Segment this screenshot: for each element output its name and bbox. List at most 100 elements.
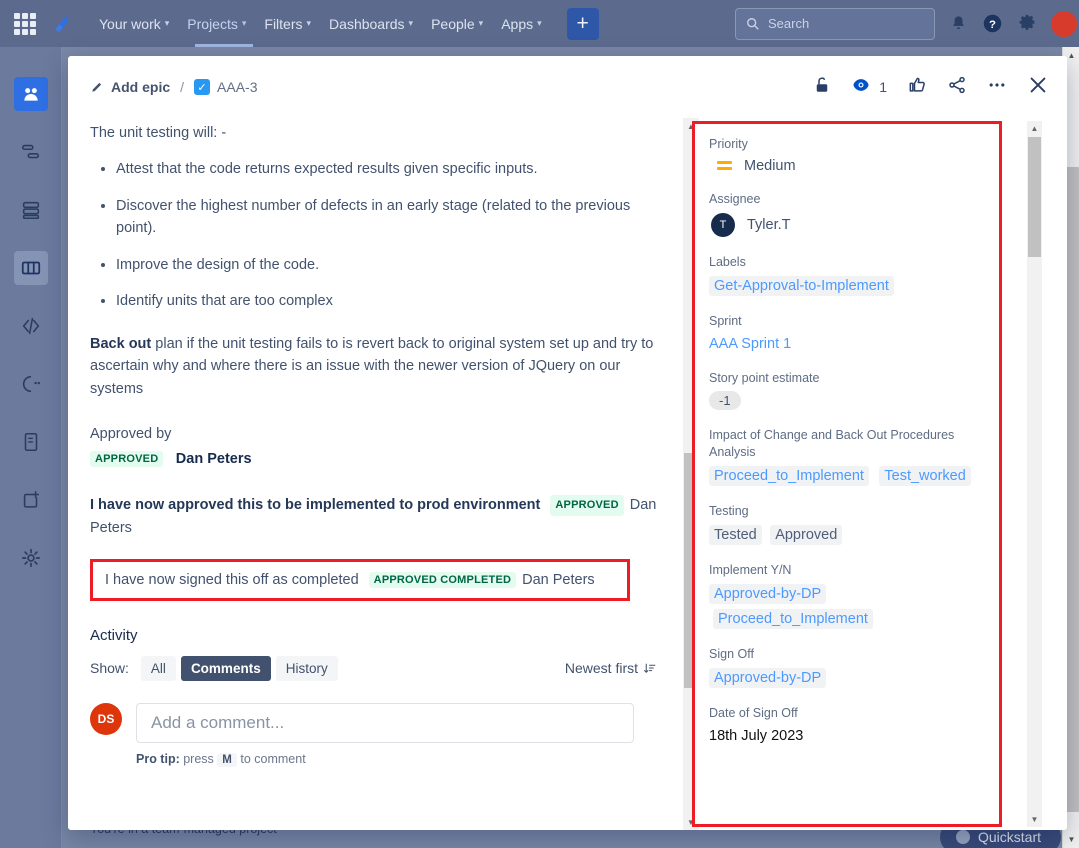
sign-off-chip[interactable]: Approved-by-DP: [709, 668, 826, 688]
field-implement: Implement Y/N Approved-by-DP Proceed_to_…: [709, 562, 985, 629]
quickstart-label: Quickstart: [978, 829, 1041, 845]
comment-placeholder: Add a comment...: [151, 713, 284, 733]
impact-chip[interactable]: Test_worked: [879, 466, 970, 486]
share-icon[interactable]: [947, 75, 967, 100]
list-item: Discover the highest number of defects i…: [116, 195, 670, 240]
scroll-down-arrow-icon[interactable]: ▼: [1027, 812, 1042, 827]
sidebar-item-board[interactable]: [14, 251, 48, 285]
sort-descending-icon: [643, 662, 656, 675]
implement-chip[interactable]: Proceed_to_Implement: [713, 609, 873, 629]
field-label: Sign Off: [709, 646, 985, 663]
nav-item-filters[interactable]: Filters ▾: [255, 10, 320, 38]
unlock-icon[interactable]: [813, 75, 831, 100]
approved-by-label: Approved by: [90, 426, 670, 442]
field-label: Testing: [709, 503, 985, 520]
details-pane-scrollbar[interactable]: ▲ ▼: [1027, 121, 1042, 827]
pro-tip-mid: press: [183, 752, 214, 766]
avatar[interactable]: DS: [90, 703, 122, 735]
user-avatar[interactable]: [1051, 11, 1077, 37]
label-chip[interactable]: Get-Approval-to-Implement: [709, 276, 894, 296]
scroll-down-arrow-icon[interactable]: ▼: [1063, 831, 1079, 848]
list-item: Attest that the code returns expected re…: [116, 158, 670, 180]
tab-history[interactable]: History: [276, 656, 338, 681]
testing-chip[interactable]: Tested: [709, 525, 762, 545]
assignee-name: Tyler.T: [747, 217, 791, 233]
field-label: Sprint: [709, 313, 985, 330]
implement-chip[interactable]: Approved-by-DP: [709, 584, 826, 604]
pro-tip-key: M: [217, 753, 237, 767]
sort-order-button[interactable]: Newest first: [565, 660, 670, 676]
task-type-icon: ✓: [194, 79, 210, 95]
comment-input[interactable]: Add a comment...: [136, 703, 634, 743]
pencil-icon: [90, 80, 104, 94]
backout-paragraph: Back out plan if the unit testing fails …: [90, 333, 670, 400]
issue-key-label: AAA-3: [217, 79, 257, 95]
story-point-badge[interactable]: -1: [709, 391, 741, 410]
field-label: Story point estimate: [709, 370, 985, 387]
app-switcher-icon[interactable]: [14, 13, 36, 35]
sidebar-item-project-avatar[interactable]: [14, 77, 48, 111]
chevron-down-icon: ▾: [537, 18, 542, 29]
sidebar-item-roadmap[interactable]: [14, 135, 48, 169]
testing-chip[interactable]: Approved: [770, 525, 842, 545]
nav-item-projects[interactable]: Projects ▾: [178, 10, 255, 38]
help-icon[interactable]: ?: [982, 13, 1003, 34]
scroll-up-arrow-icon[interactable]: ▲: [1027, 121, 1042, 136]
field-label: Assignee: [709, 191, 985, 208]
quickstart-icon: [956, 830, 970, 844]
sidebar-item-backlog[interactable]: [14, 193, 48, 227]
chevron-down-icon: ▾: [409, 18, 414, 29]
settings-gear-icon[interactable]: [1017, 14, 1037, 34]
create-button[interactable]: +: [567, 8, 599, 40]
field-labels: Labels Get-Approval-to-Implement: [709, 254, 985, 296]
show-label: Show:: [90, 660, 129, 676]
modal-body: The unit testing will: - Attest that the…: [68, 118, 1067, 830]
app-root: Your work ▾ Projects ▾ Filters ▾ Dashboa…: [0, 0, 1079, 848]
field-label: Date of Sign Off: [709, 705, 985, 722]
nav-item-your-work[interactable]: Your work ▾: [90, 10, 178, 38]
pro-tip: Pro tip: press M to comment: [136, 752, 670, 766]
add-epic-button[interactable]: Add epic: [90, 79, 170, 95]
field-assignee: Assignee T Tyler.T: [709, 191, 985, 237]
like-icon[interactable]: [907, 75, 927, 100]
sidebar-item-project-settings[interactable]: [14, 541, 48, 575]
nav-item-people[interactable]: People ▾: [422, 10, 492, 38]
statement-author: Dan Peters: [522, 572, 595, 588]
search-input[interactable]: Search: [735, 8, 935, 40]
sidebar-item-add-shortcut[interactable]: [14, 483, 48, 517]
chevron-down-icon: ▾: [479, 18, 484, 29]
jira-logo[interactable]: [48, 12, 72, 36]
nav-item-apps[interactable]: Apps ▾: [492, 10, 550, 38]
field-sign-off: Sign Off Approved-by-DP: [709, 646, 985, 688]
sidebar-item-code[interactable]: [14, 309, 48, 343]
issue-content-pane: The unit testing will: - Attest that the…: [68, 118, 680, 830]
sidebar-item-releases[interactable]: [14, 367, 48, 401]
tab-all[interactable]: All: [141, 656, 176, 681]
issue-detail-modal: Add epic / ✓ AAA-3 1: [68, 56, 1067, 830]
field-label: Priority: [709, 136, 985, 153]
breadcrumb-issue-key[interactable]: ✓ AAA-3: [194, 79, 257, 95]
sidebar-item-pages[interactable]: [14, 425, 48, 459]
priority-value: Medium: [744, 158, 796, 174]
search-icon: [746, 17, 760, 31]
priority-value-row[interactable]: Medium: [709, 158, 985, 174]
approver-name: Dan Peters: [176, 451, 252, 467]
backout-bold: Back out: [90, 336, 151, 352]
chevron-down-icon: ▾: [165, 18, 170, 29]
impact-chip[interactable]: Proceed_to_Implement: [709, 466, 869, 486]
assignee-value-row[interactable]: T Tyler.T: [709, 213, 985, 237]
field-testing: Testing Tested Approved: [709, 503, 985, 545]
statement-text: I have now approved this to be implement…: [90, 497, 540, 513]
nav-item-dashboards[interactable]: Dashboards ▾: [320, 10, 422, 38]
date-of-sign-off-value: 18th July 2023: [709, 728, 803, 744]
notifications-bell-icon[interactable]: [949, 14, 968, 33]
details-scrollbar-thumb[interactable]: [1028, 137, 1041, 257]
nav-label: Your work: [99, 16, 161, 32]
watch-icon[interactable]: [851, 75, 871, 100]
close-icon[interactable]: [1027, 74, 1049, 101]
tab-comments[interactable]: Comments: [181, 656, 271, 681]
description-lead: The unit testing will: -: [90, 122, 670, 144]
sprint-link[interactable]: AAA Sprint 1: [709, 336, 791, 352]
more-actions-icon[interactable]: [987, 75, 1007, 100]
description-bullet-list: Attest that the code returns expected re…: [90, 158, 670, 312]
